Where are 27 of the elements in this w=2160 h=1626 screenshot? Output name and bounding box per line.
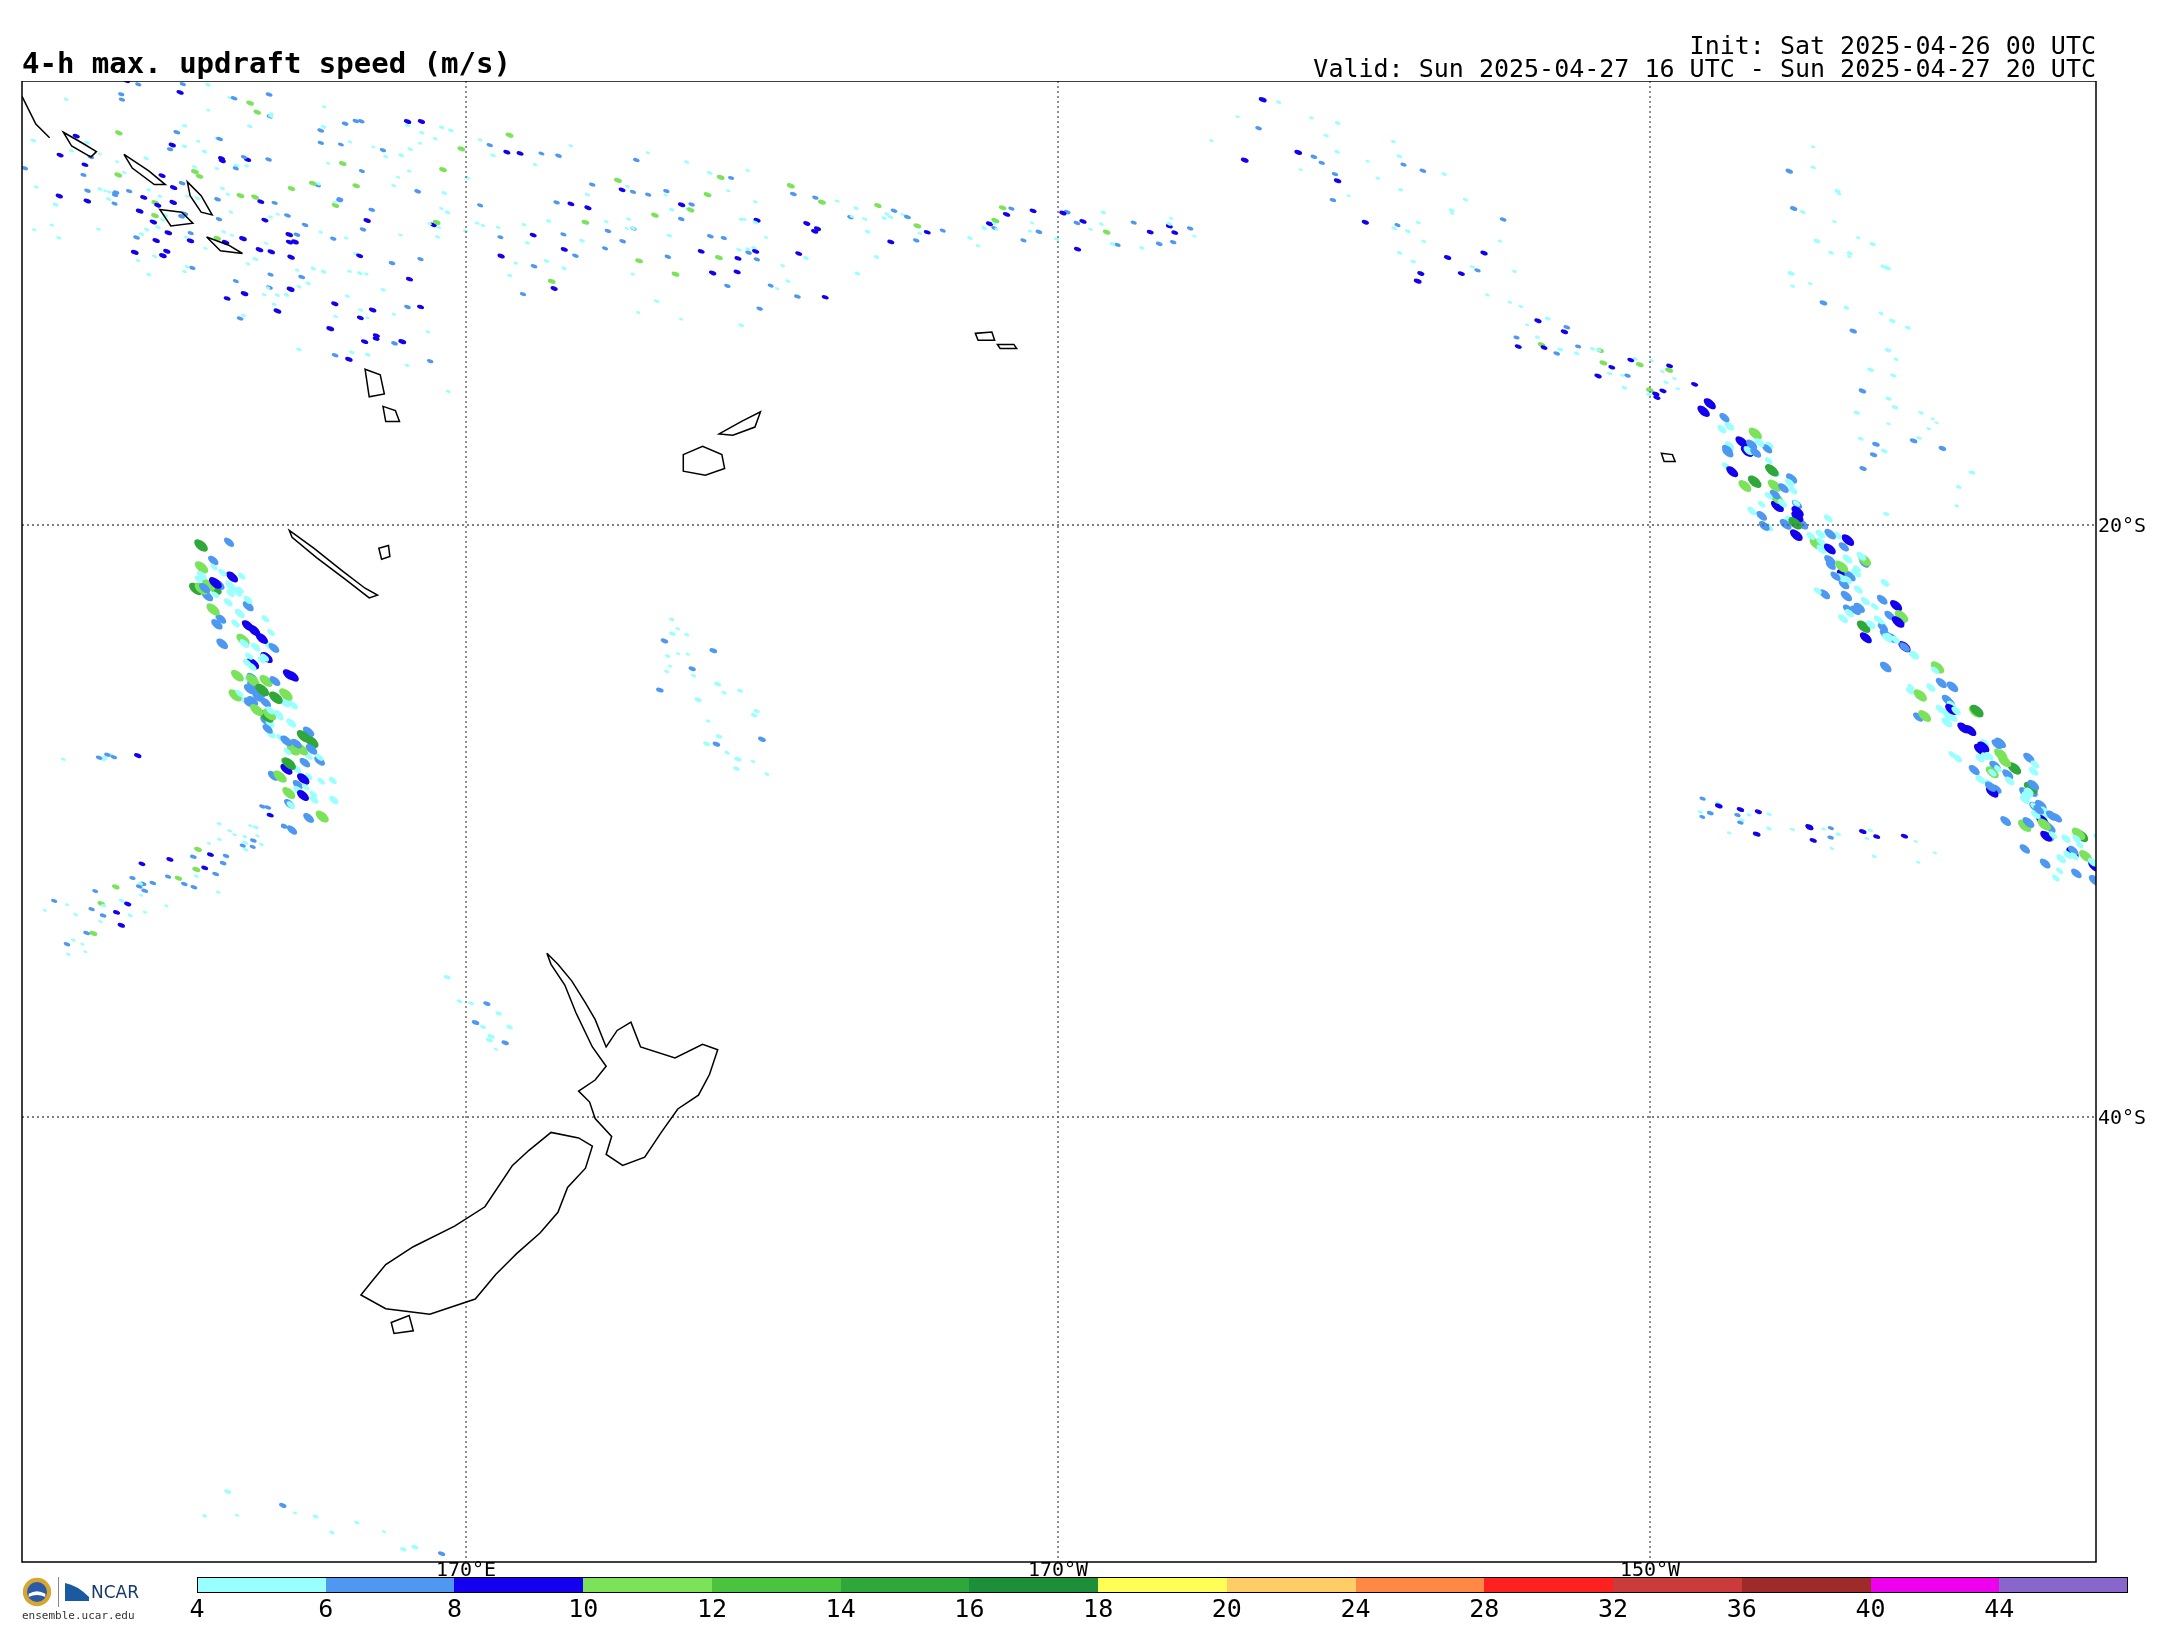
colorbar-label: 32 [1598,1594,1629,1624]
wave-logo-icon [65,1583,89,1601]
colorbar-label: 12 [696,1594,727,1624]
colorbar-label: 8 [446,1594,462,1624]
longitude-label: 170°W [1027,1557,1089,1578]
website-url: ensemble.ucar.edu [22,1610,136,1622]
colorbar-label: 20 [1211,1594,1242,1624]
colorbar-label: 28 [1469,1594,1500,1624]
colorbar-label: 18 [1083,1594,1114,1624]
latitude-label: 40°S [2098,1105,2147,1129]
colorbar-label: 10 [568,1594,599,1624]
colorbar-label: 40 [1855,1594,1886,1624]
valid-time: Valid: Sun 2025-04-27 16 UTC - Sun 2025-04-27 20 UTC [1313,57,2096,80]
colorbar-label: 4 [189,1594,205,1624]
chart-title: 4-h max. updraft speed (m/s) [22,48,511,78]
init-time: Init: Sat 2025-04-26 00 UTC [1689,34,2096,57]
colorbar-label: 24 [1340,1594,1371,1624]
logo-wordmark: NCAR [91,1582,140,1602]
longitude-label: 150°W [1619,1557,1681,1578]
colorbar-label: 16 [954,1594,985,1624]
colorbar-label: 36 [1726,1594,1757,1624]
globe-seal-icon [22,1577,52,1607]
colorbar-label: 14 [825,1594,856,1624]
longitude-label: 170°E [435,1557,497,1578]
latitude-label: 20°S [2098,513,2147,537]
colorbar-label: 6 [318,1594,334,1624]
colorbar-label: 44 [1984,1594,2015,1624]
